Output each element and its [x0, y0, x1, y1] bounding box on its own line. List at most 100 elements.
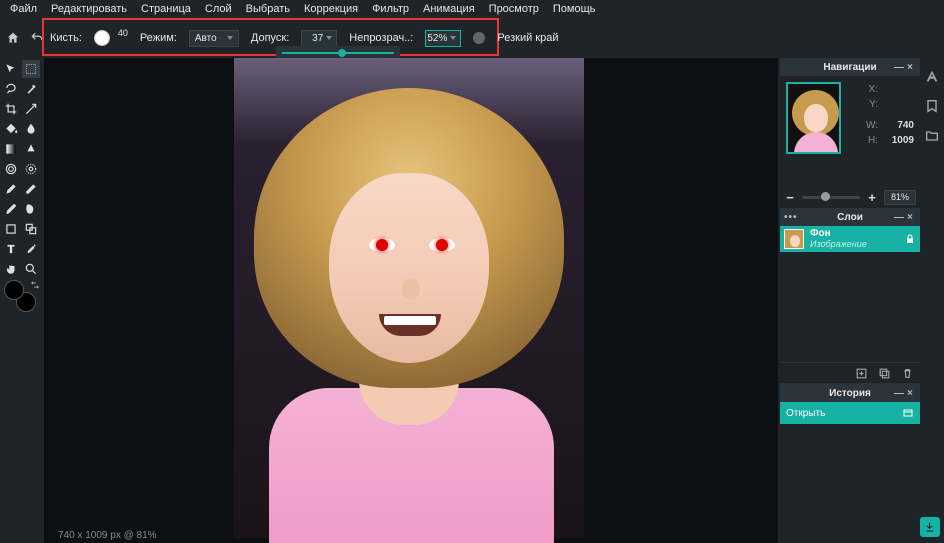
menu-page[interactable]: Страница	[141, 3, 191, 15]
download-button[interactable]	[920, 517, 940, 537]
menu-animation[interactable]: Анимация	[423, 3, 475, 15]
canvas-area[interactable]: 740 x 1009 px @ 81%	[44, 58, 778, 543]
mode-label: Режим:	[140, 32, 177, 44]
undo-icon[interactable]	[30, 31, 44, 45]
layer-row[interactable]: Фон Изображение	[780, 226, 920, 252]
tool-shape[interactable]	[2, 220, 20, 238]
layers-title: Слои	[837, 212, 863, 223]
brush-preview[interactable]	[94, 30, 110, 46]
zoom-out-button[interactable]: −	[784, 191, 796, 203]
close-icon[interactable]: ×	[907, 388, 917, 398]
brush-label: Кисть:	[50, 32, 82, 44]
minimize-icon[interactable]: —	[894, 212, 904, 222]
opacity-input[interactable]: 52%	[425, 30, 461, 47]
duplicate-layer-icon[interactable]	[878, 367, 891, 380]
tolerance-value: 37	[312, 33, 323, 44]
navigation-title: Навигации	[823, 62, 876, 73]
tool-crop[interactable]	[2, 100, 20, 118]
tool-brush[interactable]	[2, 200, 20, 218]
panel-menu-icon[interactable]: •••	[784, 212, 796, 223]
tool-slice[interactable]	[22, 100, 40, 118]
menu-bar: Файл Редактировать Страница Слой Выбрать…	[0, 0, 944, 18]
tolerance-input[interactable]: 37	[301, 30, 337, 47]
tool-zoom[interactable]	[22, 260, 40, 278]
hard-edge-toggle[interactable]	[473, 32, 485, 44]
red-eye-left	[376, 239, 388, 251]
chevron-down-icon	[227, 36, 233, 40]
zoom-controls: − + 81%	[780, 186, 920, 208]
chevron-down-icon	[450, 36, 456, 40]
menu-select[interactable]: Выбрать	[246, 3, 290, 15]
color-swatches[interactable]	[2, 280, 40, 316]
slider-knob[interactable]	[338, 49, 346, 57]
download-icon	[924, 521, 936, 533]
menu-layer[interactable]: Слой	[205, 3, 232, 15]
history-panel: Открыть	[780, 402, 920, 543]
close-icon[interactable]: ×	[907, 62, 917, 72]
layer-type: Изображение	[810, 239, 898, 249]
layers-panel: Фон Изображение	[780, 226, 920, 362]
tool-sharpen[interactable]	[22, 140, 40, 158]
tool-marquee[interactable]	[22, 60, 40, 78]
tool-smudge[interactable]	[22, 200, 40, 218]
zoom-value-input[interactable]: 81%	[884, 190, 916, 205]
tool-layers[interactable]	[22, 220, 40, 238]
folder-rail-icon[interactable]	[924, 128, 940, 144]
menu-view[interactable]: Просмотр	[489, 3, 539, 15]
right-dock: Навигации — × X: Y: W:740 H:1009 − + 81%…	[778, 58, 944, 543]
navigation-panel-header[interactable]: Навигации — ×	[780, 58, 920, 76]
layers-panel-header[interactable]: ••• Слои — ×	[780, 208, 920, 226]
dock-rail	[920, 58, 944, 543]
menu-help[interactable]: Помощь	[553, 3, 596, 15]
menu-adjust[interactable]: Коррекция	[304, 3, 358, 15]
tool-text[interactable]	[2, 240, 20, 258]
history-item[interactable]: Открыть	[780, 402, 920, 424]
menu-filter[interactable]: Фильтр	[372, 3, 409, 15]
tool-move[interactable]	[2, 60, 20, 78]
tool-pencil[interactable]	[2, 180, 20, 198]
opacity-value: 52%	[427, 33, 447, 44]
tool-hand[interactable]	[2, 260, 20, 278]
status-bar: 740 x 1009 px @ 81%	[58, 530, 157, 541]
tool-eraser[interactable]	[22, 180, 40, 198]
layer-name: Фон	[810, 229, 898, 239]
add-layer-icon[interactable]	[855, 367, 868, 380]
zoom-slider[interactable]	[802, 196, 860, 199]
chevron-down-icon	[326, 36, 332, 40]
history-panel-header[interactable]: История — ×	[780, 384, 920, 402]
zoom-slider-knob[interactable]	[821, 192, 830, 201]
tool-healing[interactable]	[22, 160, 40, 178]
tool-wand[interactable]	[22, 80, 40, 98]
tool-eyedropper[interactable]	[22, 240, 40, 258]
menu-edit[interactable]: Редактировать	[51, 3, 127, 15]
close-icon[interactable]: ×	[907, 212, 917, 222]
foreground-color[interactable]	[4, 280, 24, 300]
home-icon[interactable]	[6, 31, 20, 45]
menu-file[interactable]: Файл	[10, 3, 37, 15]
tool-panel	[0, 58, 42, 318]
tool-blur[interactable]	[22, 120, 40, 138]
navigation-panel: X: Y: W:740 H:1009	[780, 76, 920, 186]
mode-dropdown[interactable]: Авто	[189, 30, 239, 47]
layer-thumbnail[interactable]	[784, 229, 804, 249]
mode-value: Авто	[195, 33, 217, 44]
tool-gradient[interactable]	[2, 140, 20, 158]
lock-icon[interactable]	[904, 233, 916, 245]
delete-layer-icon[interactable]	[901, 367, 914, 380]
navigation-thumbnail[interactable]	[786, 82, 841, 154]
tool-lasso[interactable]	[2, 80, 20, 98]
tool-clone[interactable]	[2, 160, 20, 178]
hard-edge-label: Резкий край	[497, 32, 558, 44]
brush-size: 40	[118, 28, 128, 38]
layers-footer	[780, 362, 920, 384]
tool-fill[interactable]	[2, 120, 20, 138]
minimize-icon[interactable]: —	[894, 388, 904, 398]
swap-colors-icon[interactable]	[30, 280, 40, 290]
text-rail-icon[interactable]	[924, 68, 940, 84]
bookmark-rail-icon[interactable]	[924, 98, 940, 114]
navigation-info: X: Y: W:740 H:1009	[847, 82, 914, 180]
minimize-icon[interactable]: —	[894, 62, 904, 72]
image-document[interactable]	[234, 58, 584, 538]
history-open-icon	[902, 407, 914, 419]
zoom-in-button[interactable]: +	[866, 191, 878, 203]
